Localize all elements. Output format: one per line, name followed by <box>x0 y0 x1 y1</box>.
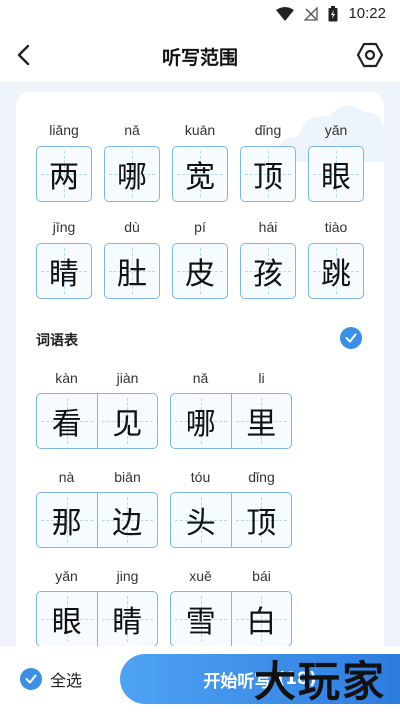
pinyin-label: li <box>258 370 265 386</box>
character-card[interactable]: yǎn 眼 <box>308 120 364 202</box>
hanzi: 那 <box>51 506 82 541</box>
character-box: 两 <box>36 146 92 202</box>
character-box: 眼 <box>308 146 364 202</box>
word-list-check-icon[interactable] <box>340 327 362 349</box>
hanzi: 哪 <box>117 160 147 195</box>
character-card[interactable]: jīng 睛 <box>36 217 92 299</box>
pinyin-label: yǎn <box>324 122 348 138</box>
hanzi: 顶 <box>253 160 283 195</box>
pinyin-label: jiàn <box>116 370 139 386</box>
watermark-logo: 大玩家 <box>253 657 386 706</box>
hanzi: 白 <box>246 605 277 640</box>
pinyin-label: nà <box>58 469 75 485</box>
character-card[interactable]: kuān 宽 <box>172 120 228 202</box>
character-row-1: liǎng 两 nǎ 哪 kuān 宽 dǐng 顶 yǎn 眼 <box>36 120 364 202</box>
word-box: 哪 里 <box>170 393 292 449</box>
content-panel: liǎng 两 nǎ 哪 kuān 宽 dǐng 顶 yǎn 眼 jīng 睛 … <box>16 92 384 712</box>
pinyin-label: nǎ <box>192 370 209 386</box>
header: 听写范围 <box>0 28 400 82</box>
pinyin-label: kuān <box>184 122 216 138</box>
hanzi: 孩 <box>253 257 283 292</box>
word-card[interactable]: tóu dǐng 头 顶 <box>170 467 292 548</box>
hanzi: 肚 <box>117 257 147 292</box>
hanzi: 睛 <box>112 605 143 640</box>
character-row-2: jīng 睛 dù 肚 pí 皮 hái 孩 tiào 跳 <box>36 217 364 299</box>
character-card[interactable]: hái 孩 <box>240 217 296 299</box>
hanzi: 跳 <box>321 257 351 292</box>
character-box: 肚 <box>104 243 160 299</box>
page-title: 听写范围 <box>161 47 238 69</box>
hanzi: 眼 <box>51 605 82 640</box>
pinyin-label: tóu <box>190 469 211 485</box>
hanzi: 宽 <box>185 160 215 195</box>
no-signal-icon <box>304 6 319 21</box>
select-all-check-icon[interactable] <box>20 668 42 690</box>
word-list-title: 词语表 <box>36 333 78 349</box>
word-card[interactable]: xuě bái 雪 白 <box>170 566 292 647</box>
word-card[interactable]: nǎ li 哪 里 <box>170 368 292 449</box>
word-box: 眼 睛 <box>36 591 158 647</box>
word-box: 看 见 <box>36 393 158 449</box>
settings-icon[interactable] <box>356 41 384 69</box>
pinyin-label: jing <box>116 568 139 584</box>
character-card[interactable]: liǎng 两 <box>36 120 92 202</box>
word-card[interactable]: nà biān 那 边 <box>36 467 158 548</box>
character-box: 跳 <box>308 243 364 299</box>
pinyin-label: dǐng <box>248 469 275 485</box>
hanzi: 看 <box>51 407 82 442</box>
character-card[interactable]: dǐng 顶 <box>240 120 296 202</box>
pinyin-label: tiào <box>324 219 348 235</box>
hanzi: 睛 <box>49 257 79 292</box>
character-card[interactable]: tiào 跳 <box>308 217 364 299</box>
pinyin-label: hái <box>258 219 278 235</box>
pinyin-label: biān <box>114 469 141 485</box>
pinyin-label: liǎng <box>49 122 79 138</box>
character-box: 睛 <box>36 243 92 299</box>
character-card[interactable]: nǎ 哪 <box>104 120 160 202</box>
hanzi: 边 <box>112 506 143 541</box>
status-time: 10:22 <box>348 5 386 22</box>
hanzi: 两 <box>49 160 79 195</box>
hanzi: 皮 <box>185 257 215 292</box>
hanzi: 里 <box>246 407 277 442</box>
character-card[interactable]: pí 皮 <box>172 217 228 299</box>
battery-icon <box>328 5 338 21</box>
hanzi: 见 <box>112 407 143 442</box>
word-box: 头 顶 <box>170 492 292 548</box>
character-box: 宽 <box>172 146 228 202</box>
status-bar: 10:22 <box>0 0 400 28</box>
pinyin-label: dù <box>124 219 140 235</box>
pinyin-label: dǐng <box>254 122 282 138</box>
character-box: 皮 <box>172 243 228 299</box>
select-all-toggle[interactable]: 全选 <box>20 667 82 691</box>
word-card[interactable]: kàn jiàn 看 见 <box>36 368 158 449</box>
hanzi: 雪 <box>185 605 216 640</box>
wifi-icon <box>276 6 295 21</box>
word-box: 那 边 <box>36 492 158 548</box>
pinyin-label: yǎn <box>55 568 78 584</box>
character-box: 哪 <box>104 146 160 202</box>
character-box: 顶 <box>240 146 296 202</box>
hanzi: 眼 <box>321 160 351 195</box>
bottom-bar: 全选 开始听写 (18) 大玩家 <box>0 646 400 712</box>
pinyin-label: pí <box>194 219 206 235</box>
pinyin-label: jīng <box>52 219 76 235</box>
word-box: 雪 白 <box>170 591 292 647</box>
character-box: 孩 <box>240 243 296 299</box>
word-card[interactable]: yǎn jing 眼 睛 <box>36 566 158 647</box>
pinyin-label: bái <box>252 568 271 584</box>
pinyin-label: nǎ <box>124 122 140 138</box>
hanzi: 哪 <box>185 407 216 442</box>
character-card[interactable]: dù 肚 <box>104 217 160 299</box>
hanzi: 头 <box>185 506 216 541</box>
pinyin-label: xuě <box>189 568 212 584</box>
hanzi: 顶 <box>246 506 277 541</box>
pinyin-label: kàn <box>55 370 78 386</box>
select-all-label: 全选 <box>50 671 83 690</box>
